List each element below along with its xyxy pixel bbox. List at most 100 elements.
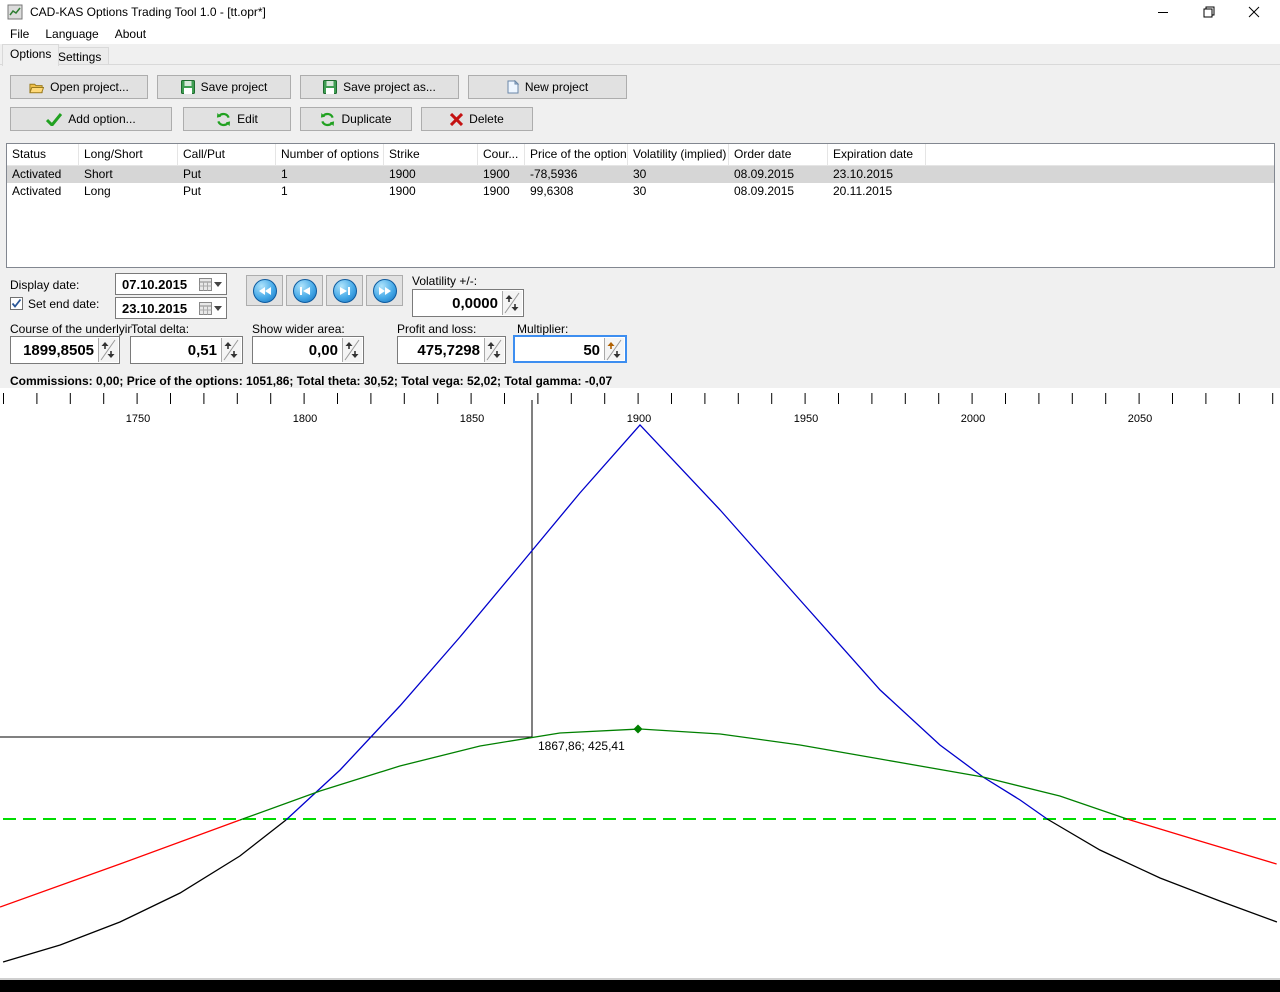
- column-header[interactable]: Expiration date: [828, 144, 926, 165]
- skip-to-start-icon: [253, 279, 277, 303]
- table-cell: 99,6308: [525, 183, 628, 200]
- crosshair-value-label: 1867,86; 425,41: [538, 739, 625, 753]
- table-cell: 23.10.2015: [828, 166, 926, 183]
- profit-loss-label: Profit and loss:: [397, 322, 476, 336]
- save-project-as-button[interactable]: Save project as...: [300, 75, 459, 99]
- pnl-curve-segment: [286, 425, 1047, 820]
- column-header[interactable]: Call/Put: [178, 144, 276, 165]
- pnl-curve-segment: [1047, 819, 1277, 922]
- table-cell: Activated: [7, 166, 79, 183]
- dropdown-arrow-icon: [214, 306, 222, 311]
- set-end-date-label: Set end date:: [28, 297, 99, 311]
- course-underlying-label: Course of the underlying:: [10, 322, 132, 336]
- end-date-picker[interactable]: 23.10.2015: [115, 297, 227, 319]
- open-project-label: Open project...: [50, 80, 129, 94]
- tab-strip: Options Settings: [0, 44, 1280, 65]
- table-row[interactable]: ActivatedLongPut11900190099,63083008.09.…: [7, 183, 1274, 200]
- volatility-value: 0,0000: [413, 290, 501, 316]
- close-button[interactable]: [1231, 0, 1276, 24]
- set-end-date-checkbox[interactable]: [10, 297, 23, 310]
- profit-loss-field[interactable]: 475,7298: [397, 336, 506, 364]
- show-wider-area-field[interactable]: 0,00: [252, 336, 364, 364]
- multiplier-label: Multiplier:: [517, 322, 568, 336]
- options-trading-tool-window: { "window": { "title": "CAD-KAS Options …: [0, 0, 1280, 992]
- open-folder-icon: [29, 81, 44, 94]
- restore-icon: [1203, 6, 1215, 18]
- spinner-buttons[interactable]: [502, 291, 522, 315]
- bottom-black-bar: [0, 980, 1280, 992]
- column-header[interactable]: Volatility (implied): [628, 144, 729, 165]
- column-header[interactable]: Order date: [729, 144, 828, 165]
- minimize-icon: [1158, 7, 1169, 18]
- axis-tick-label: 1850: [460, 413, 484, 425]
- nav-first-button[interactable]: [246, 275, 283, 306]
- table-cell: 30: [628, 166, 729, 183]
- pnl-curve-segment: [1127, 819, 1277, 864]
- table-cell: Short: [79, 166, 178, 183]
- new-project-label: New project: [525, 80, 588, 94]
- column-header[interactable]: Number of options: [276, 144, 384, 165]
- table-cell: 30: [628, 183, 729, 200]
- table-body: ActivatedShortPut119001900-78,59363008.0…: [7, 166, 1274, 200]
- skip-to-end-icon: [373, 279, 397, 303]
- next-icon: [333, 279, 357, 303]
- pnl-curve-segment: [0, 820, 240, 907]
- column-header[interactable]: Strike: [384, 144, 478, 165]
- edit-button[interactable]: Edit: [183, 107, 291, 131]
- tab-options[interactable]: Options: [2, 44, 59, 66]
- multiplier-field[interactable]: 50: [513, 335, 627, 363]
- spinner-buttons[interactable]: [484, 338, 504, 362]
- refresh-icon: [216, 112, 231, 127]
- axis-tick-label: 2000: [961, 413, 985, 425]
- nav-previous-button[interactable]: [286, 275, 323, 306]
- payoff-chart-canvas: 17501800185019001950200020501867,86; 425…: [0, 388, 1280, 992]
- new-project-button[interactable]: New project: [468, 75, 627, 99]
- spinner-buttons[interactable]: [604, 338, 624, 360]
- course-underlying-field[interactable]: 1899,8505: [10, 336, 120, 364]
- options-table: StatusLong/ShortCall/PutNumber of option…: [6, 143, 1275, 268]
- pnl-curve-segment: [240, 729, 1127, 820]
- end-date-value: 23.10.2015: [116, 301, 199, 316]
- menu-bar: File Language About: [0, 24, 1280, 44]
- restore-button[interactable]: [1186, 0, 1231, 24]
- checkmark-icon: [46, 113, 62, 126]
- table-row[interactable]: ActivatedShortPut119001900-78,59363008.0…: [7, 166, 1274, 183]
- table-cell: 1: [276, 166, 384, 183]
- table-cell: 1900: [384, 166, 478, 183]
- delete-button[interactable]: Delete: [421, 107, 533, 131]
- column-header[interactable]: Status: [7, 144, 79, 165]
- minimize-button[interactable]: [1141, 0, 1186, 24]
- column-header[interactable]: Price of the option: [525, 144, 628, 165]
- title-bar: CAD-KAS Options Trading Tool 1.0 - [tt.o…: [0, 0, 1280, 24]
- add-option-button[interactable]: Add option...: [10, 107, 172, 131]
- duplicate-refresh-icon: [320, 112, 335, 127]
- menu-language[interactable]: Language: [37, 25, 106, 43]
- display-date-value: 07.10.2015: [116, 277, 199, 292]
- table-cell: -78,5936: [525, 166, 628, 183]
- duplicate-label: Duplicate: [341, 112, 391, 126]
- add-option-label: Add option...: [68, 112, 135, 126]
- column-header[interactable]: Cour...: [478, 144, 525, 165]
- save-project-button[interactable]: Save project: [157, 75, 291, 99]
- axis-tick-label: 1750: [126, 413, 150, 425]
- save-floppy-icon: [181, 80, 195, 94]
- column-header[interactable]: Long/Short: [79, 144, 178, 165]
- open-project-button[interactable]: Open project...: [10, 75, 148, 99]
- menu-file[interactable]: File: [2, 25, 37, 43]
- multiplier-value: 50: [515, 337, 603, 361]
- delete-x-icon: [450, 113, 463, 126]
- calendar-icon: [199, 278, 212, 291]
- nav-next-button[interactable]: [326, 275, 363, 306]
- duplicate-button[interactable]: Duplicate: [300, 107, 412, 131]
- save-as-floppy-icon: [323, 80, 337, 94]
- volatility-spin-field[interactable]: 0,0000: [412, 289, 524, 317]
- spinner-buttons[interactable]: [221, 338, 241, 362]
- nav-last-button[interactable]: [366, 275, 403, 306]
- window-title: CAD-KAS Options Trading Tool 1.0 - [tt.o…: [30, 5, 266, 19]
- axis-tick-label: 2050: [1128, 413, 1152, 425]
- menu-about[interactable]: About: [107, 25, 154, 43]
- spinner-buttons[interactable]: [98, 338, 118, 362]
- display-date-picker[interactable]: 07.10.2015: [115, 273, 227, 295]
- spinner-buttons[interactable]: [342, 338, 362, 362]
- total-delta-field[interactable]: 0,51: [130, 336, 243, 364]
